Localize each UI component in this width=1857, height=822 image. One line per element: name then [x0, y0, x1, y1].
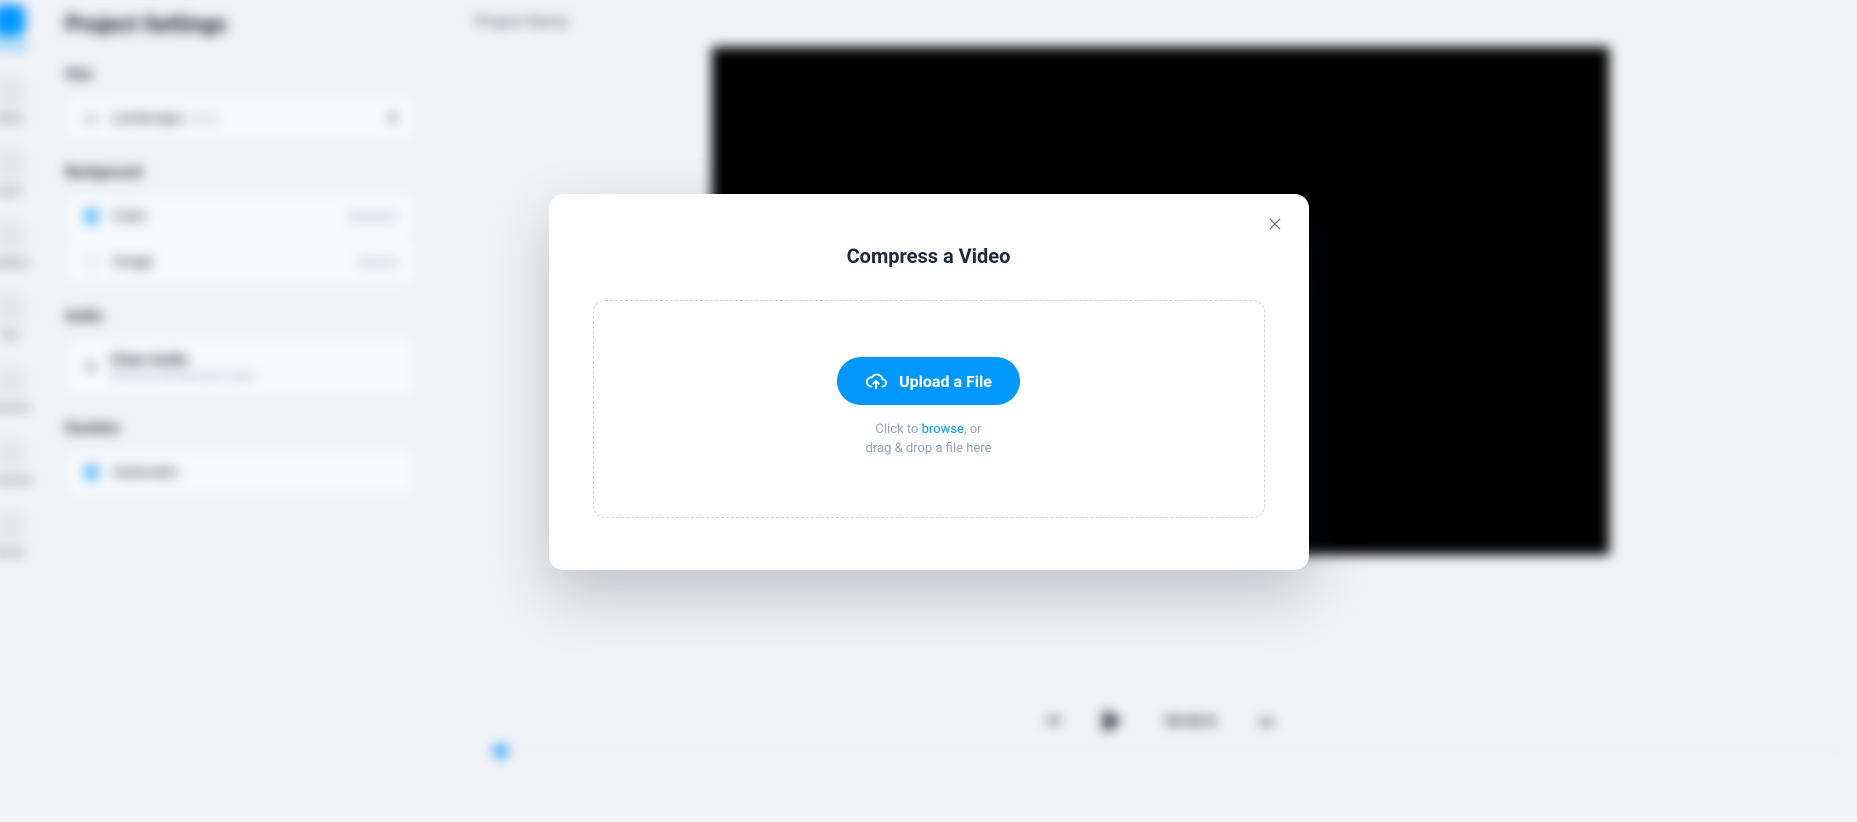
modal-title: Compress a Video — [593, 244, 1265, 268]
close-button[interactable] — [1259, 208, 1291, 240]
drop-zone[interactable]: Upload a File Click to browse, or drag &… — [593, 300, 1265, 518]
help-line2: drag & drop a file here — [866, 441, 992, 456]
help-prefix: Click to — [875, 422, 921, 437]
upload-button-label: Upload a File — [899, 372, 992, 391]
help-suffix: , or — [964, 422, 982, 437]
compress-video-modal: Compress a Video Upload a File Click to … — [549, 194, 1309, 570]
modal-overlay: Compress a Video Upload a File Click to … — [0, 0, 1857, 814]
browse-link[interactable]: browse — [922, 422, 964, 437]
upload-file-button[interactable]: Upload a File — [837, 357, 1020, 405]
cloud-upload-icon — [865, 370, 887, 392]
close-icon — [1267, 216, 1283, 232]
drop-help-text: Click to browse, or drag & drop a file h… — [866, 421, 992, 459]
